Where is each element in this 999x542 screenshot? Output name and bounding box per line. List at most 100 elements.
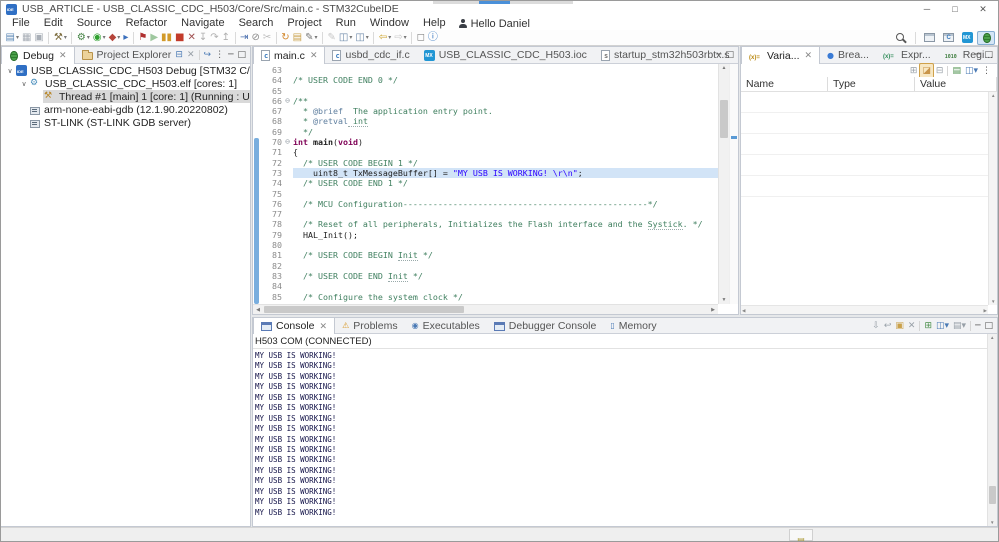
maximize-view-button[interactable]: □ [982,48,995,62]
variables-table-body[interactable] [741,92,988,305]
minimize-view-button[interactable]: ─ [973,48,982,62]
suspend-button[interactable]: ▮▮ [160,31,173,45]
scroll-left-icon[interactable]: ◀ [253,305,263,314]
menu-source[interactable]: Source [70,17,119,30]
back-button[interactable]: ⇦▾ [378,31,392,45]
forward-button[interactable]: ⇨▾ [393,31,407,45]
info-button[interactable]: ⓘ [427,31,439,45]
update-software-button[interactable]: ↻ [280,31,290,45]
view-menu-button[interactable]: ⋮ [980,64,993,78]
editor-tab-main-c[interactable]: main.c✕ [253,47,325,64]
console-vertical-scrollbar[interactable]: ▲ ▼ [987,334,997,526]
minimize-button[interactable]: ─ [914,1,940,17]
pin-console-button[interactable]: ▣ [893,319,906,333]
step-return-button[interactable]: ↥ [221,31,231,45]
import-button[interactable]: ▤ [292,31,303,45]
external-tools-button[interactable]: ◆▾ [108,31,122,45]
view-tab-debug[interactable]: Debug✕ [1,47,75,64]
editor-vertical-scrollbar[interactable]: ▲ ▼ [718,64,729,304]
save-all-button[interactable]: ▣ [33,31,44,45]
menu-edit[interactable]: Edit [37,17,70,30]
menu-search[interactable]: Search [232,17,281,30]
collapse-all-button[interactable]: ⊟ [934,64,946,78]
open-element-button[interactable]: ▸ [122,31,129,45]
close-icon[interactable]: ✕ [804,50,812,61]
menu-project[interactable]: Project [280,17,328,30]
view-tab-project-explorer[interactable]: Project Explorer [75,47,179,63]
new-view-button[interactable]: ▤ [950,64,963,78]
debug-perspective-button[interactable] [977,31,995,45]
display-menu-button[interactable]: ◫▾ [963,64,980,78]
clear-console-button[interactable]: ✕ [906,319,918,333]
scroll-right-icon[interactable]: ▶ [984,308,987,314]
overview-marker[interactable] [731,136,737,139]
view-tab-expr[interactable]: Expr... [876,47,938,63]
tree-item-usb-classic-cdc-h503-elf[interactable]: ∨USB_CLASSIC_CDC_H503.elf [cores: 1] [1,77,250,90]
fold-marker-icon[interactable]: ⊖ [282,96,293,106]
step-into-button[interactable]: ↧ [198,31,208,45]
pin-editor-button[interactable]: ◫▾ [338,31,353,45]
minimize-view-button[interactable]: ─ [973,319,982,333]
menu-run[interactable]: Run [329,17,363,30]
close-icon[interactable]: ✕ [320,321,328,332]
view-tab-debugger-console[interactable]: Debugger Console [487,318,604,333]
last-edit-location-button[interactable]: ◻ [416,31,426,45]
open-console-button[interactable]: ⊞ [922,319,934,333]
expander-icon[interactable]: ∨ [5,67,15,75]
save-button[interactable]: ▦ [21,31,32,45]
console-output[interactable]: H503 COM (CONNECTED) MY USB IS WORKING!M… [253,334,987,526]
maximize-button[interactable]: □ [942,1,968,17]
terminate-button[interactable]: ■ [174,31,185,45]
remove-all-terminated-button[interactable]: ✕ [185,48,197,62]
debug-button[interactable]: ⚙▾ [76,31,91,45]
new-wizard-button[interactable]: ▤▾ [5,31,20,45]
scroll-down-icon[interactable]: ▼ [719,297,729,303]
scrollbar-thumb[interactable] [264,306,464,313]
code-editor[interactable]: 6364/* USER CODE END 0 */6566⊖/**67 * @b… [253,64,718,304]
tree-item-arm-none-eabi-gdb[interactable]: arm-none-eabi-gdb (12.1.90.20220802) [1,103,250,116]
minimize-view-button[interactable]: ─ [226,48,235,62]
menu-window[interactable]: Window [363,17,416,30]
view-tab-executables[interactable]: ◉Executables [405,318,487,333]
menu-help[interactable]: Help [416,17,453,30]
scroll-right-icon[interactable]: ▶ [708,305,718,314]
view-tab-console[interactable]: Console✕ [253,318,335,334]
highlight-tool-button[interactable]: ✎▾ [304,31,318,45]
skip-breakpoints-button[interactable]: ⊘ [250,31,260,45]
display-console-button[interactable]: ◫▾ [934,319,951,333]
scrollbar-thumb[interactable] [720,100,728,138]
scroll-up-icon[interactable]: ▲ [719,65,729,71]
word-wrap-button[interactable]: ↩ [882,319,894,333]
maximize-view-button[interactable]: □ [235,48,248,62]
expander-icon[interactable]: ∨ [19,80,29,88]
debug-launch-tree[interactable]: ∨USB_CLASSIC_CDC_H503 Debug [STM32 C/C++… [1,64,250,526]
variables-horizontal-scrollbar[interactable]: ◀ ▶ [741,305,988,314]
scrollbar-thumb[interactable] [989,486,996,504]
tree-item-thread[interactable]: Thread #1 [main] 1 [core: 1] (Running : … [1,90,250,103]
editor-tab-usb-classic-cdc-h503-ioc[interactable]: USB_CLASSIC_CDC_H503.ioc [417,47,594,63]
close-button[interactable]: ✕ [970,1,996,17]
instruction-stepping-button[interactable]: ⇥ [239,31,249,45]
editor-tab-usbd-cdc-if-c[interactable]: usbd_cdc_if.c [325,47,416,63]
notification-cell[interactable]: ▤ [789,529,813,541]
maximize-view-button[interactable]: □ [723,48,736,62]
open-window-button[interactable]: ◫▾ [354,31,369,45]
column-header-name[interactable]: Name [741,77,828,91]
close-icon[interactable]: ✕ [59,50,67,61]
scroll-up-icon[interactable]: ▲ [991,93,995,98]
scroll-down-icon[interactable]: ▼ [991,299,995,304]
view-tab-varia[interactable]: Varia...✕ [741,47,820,64]
build-button[interactable]: ⚒▾ [53,31,68,45]
view-menu-button[interactable]: ⋮ [213,48,226,62]
step-over-button[interactable]: ↷ [209,31,219,45]
menu-navigate[interactable]: Navigate [174,17,231,30]
close-icon[interactable]: ✕ [310,50,318,61]
scroll-left-icon[interactable]: ◀ [742,308,745,314]
disconnect-button[interactable]: ✕ [186,31,196,45]
trim-button[interactable]: ✂ [262,31,272,45]
new-console-button[interactable]: ▤▾ [951,319,968,333]
scroll-up-icon[interactable]: ▲ [990,335,994,340]
open-perspective-button[interactable] [920,31,938,45]
scroll-lock-button[interactable]: ⇩ [870,319,882,333]
tree-item-st-link[interactable]: ST-LINK (ST-LINK GDB server) [1,116,250,129]
